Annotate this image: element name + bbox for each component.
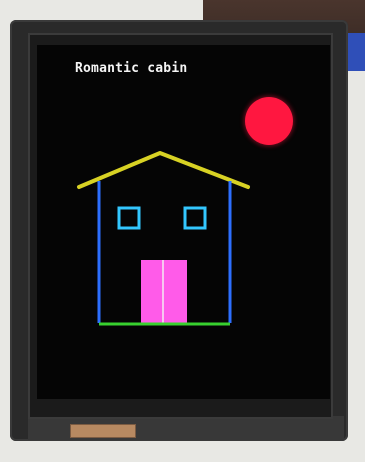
- photo-of-lcd-display: Romantic cabin: [0, 0, 365, 462]
- left-window: [117, 206, 141, 230]
- right-window: [183, 206, 207, 230]
- lcd-screen: Romantic cabin: [37, 45, 330, 399]
- connector-pins: [70, 424, 136, 438]
- roof-lines: [77, 151, 250, 189]
- cabin-drawing: [77, 151, 250, 326]
